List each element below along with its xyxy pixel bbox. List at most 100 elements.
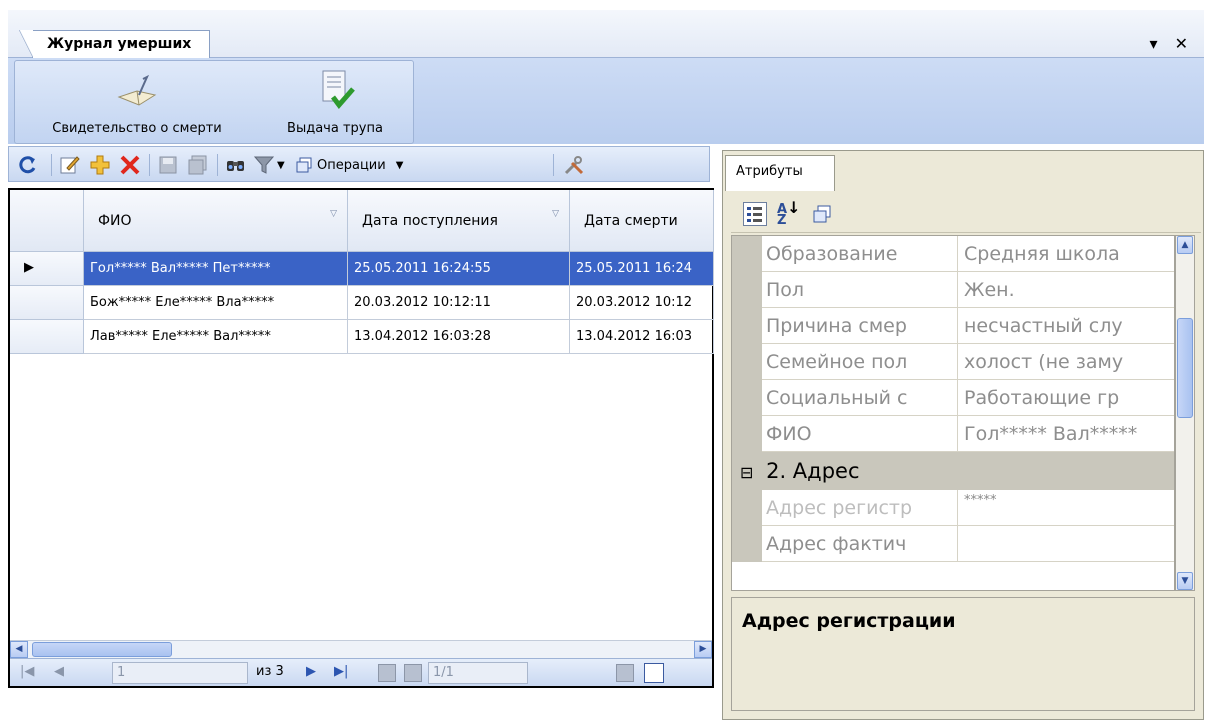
ribbon-button-label: Свидетельство о смерти	[52, 121, 222, 136]
deceased-journal-grid: ФИО ▽ Дата поступления ▽ Дата смерти ▶ Г…	[8, 188, 714, 688]
property-row[interactable]: Образование Средняя школа	[732, 236, 1174, 272]
tab-journal-deceased[interactable]: Журнал умерших	[18, 30, 211, 58]
cell-fio[interactable]: Бож***** Еле***** Вла*****	[84, 286, 348, 320]
cell-admission-date[interactable]: 25.05.2011 16:24:55	[348, 252, 570, 286]
cell-fio[interactable]: Гол***** Вал***** Пет*****	[84, 252, 348, 286]
record-position-input[interactable]: 1/1	[428, 662, 528, 684]
property-row[interactable]: Причина смер несчастный слу	[732, 308, 1174, 344]
tab-window-controls[interactable]: ▾ ✕	[1149, 34, 1194, 53]
property-value[interactable]: Средняя школа	[960, 236, 1174, 272]
chevron-down-icon: ▼	[395, 159, 404, 171]
save-icon[interactable]	[157, 152, 179, 178]
scroll-right-icon[interactable]: ▶	[694, 641, 712, 658]
property-value[interactable]: холост (не заму	[960, 344, 1174, 380]
scroll-up-icon[interactable]: ▲	[1177, 236, 1193, 254]
find-icon[interactable]	[225, 152, 247, 178]
horizontal-scrollbar[interactable]: ◀ ▶	[10, 640, 712, 658]
property-name: Адрес регистр	[762, 490, 958, 526]
scroll-thumb[interactable]	[1177, 318, 1193, 418]
category-address[interactable]: ⊟ 2. Адрес	[732, 452, 1174, 490]
first-record-icon[interactable]: |◀	[20, 664, 34, 679]
sort-alphabetical-icon[interactable]: A↓ Z	[777, 199, 801, 227]
cell-admission-date[interactable]: 13.04.2012 16:03:28	[348, 320, 570, 354]
property-name: Пол	[762, 272, 958, 308]
filter-dropdown-arrow[interactable]: ▼	[277, 160, 285, 171]
last-record-icon[interactable]: ▶|	[334, 664, 348, 679]
navigator-action-icon[interactable]	[616, 664, 634, 682]
ribbon: Свидетельство о смерти Выдача трупа	[8, 58, 1204, 144]
row-indicator[interactable]	[10, 286, 84, 320]
category-label: 2. Адрес	[766, 459, 860, 483]
edit-icon[interactable]	[59, 152, 81, 178]
categorized-view-icon[interactable]	[743, 201, 767, 226]
page-count-label: из 3	[256, 664, 284, 679]
operations-menu-button[interactable]: Операции ▼	[295, 152, 403, 178]
body-release-button[interactable]: Выдача трупа	[267, 67, 403, 136]
property-row[interactable]: Социальный с Работающие гр	[732, 380, 1174, 416]
description-title: Адрес регистрации	[742, 610, 956, 632]
prev-record-icon[interactable]: ◀	[54, 664, 64, 679]
add-record-icon[interactable]	[378, 664, 396, 682]
scroll-thumb[interactable]	[32, 642, 172, 657]
tab-attributes[interactable]: Атрибуты	[725, 155, 835, 191]
cell-death-date[interactable]: 20.03.2012 10:12	[570, 286, 714, 320]
death-certificate-button[interactable]: Свидетельство о смерти	[19, 67, 255, 136]
column-header-label: Дата поступления	[362, 213, 498, 229]
cell-fio[interactable]: Лав***** Еле***** Вал*****	[84, 320, 348, 354]
delete-icon[interactable]	[119, 152, 141, 178]
cell-death-date[interactable]: 13.04.2012 16:03	[570, 320, 714, 354]
cell-admission-date[interactable]: 20.03.2012 10:12:11	[348, 286, 570, 320]
property-name: Образование	[762, 236, 958, 272]
property-value[interactable]: Работающие гр	[960, 380, 1174, 416]
row-indicator[interactable]: ▶	[10, 252, 84, 286]
property-grid: Образование Средняя школа Пол Жен. Причина…	[731, 235, 1175, 591]
column-header-admission-date[interactable]: Дата поступления ▽	[348, 190, 570, 252]
main-window: Журнал умерших ▾ ✕ Свидетельство о смерт…	[0, 0, 1208, 724]
property-name: Адрес фактич	[762, 526, 958, 562]
refresh-icon[interactable]	[17, 152, 39, 178]
filter-icon[interactable]: ▼	[253, 152, 285, 178]
record-navigator: |◀ ◀ 1 из 3 ▶ ▶| 1/1	[10, 658, 712, 686]
copy-icon	[296, 157, 312, 173]
add-icon[interactable]	[89, 152, 111, 178]
grid-view-icon[interactable]	[644, 663, 664, 683]
property-name: ФИО	[762, 416, 958, 452]
property-name: Социальный с	[762, 380, 958, 416]
property-description: Адрес регистрации	[731, 597, 1195, 711]
grid-toolbar: ▼ Операции ▼	[8, 146, 710, 182]
scroll-left-icon[interactable]: ◀	[10, 641, 28, 658]
column-header-fio[interactable]: ФИО ▽	[84, 190, 348, 252]
collapse-toggle-icon[interactable]: ⊟	[740, 463, 753, 482]
property-value[interactable]	[960, 526, 1174, 562]
property-grid-toolbar: A↓ Z	[731, 195, 1201, 233]
property-pages-icon[interactable]	[811, 203, 833, 225]
attributes-panel: Атрибуты A↓ Z Образование Средняя школа По…	[722, 150, 1204, 720]
property-value[interactable]: *****	[960, 490, 1174, 526]
tools-icon[interactable]	[563, 152, 585, 178]
scroll-down-icon[interactable]: ▼	[1177, 572, 1193, 590]
page-number-input[interactable]: 1	[112, 662, 248, 684]
property-row[interactable]: Семейное пол холост (не заму	[732, 344, 1174, 380]
sort-chevron-icon: ▽	[552, 209, 559, 219]
property-value[interactable]: Жен.	[960, 272, 1174, 308]
property-grid-scrollbar[interactable]: ▲ ▼	[1175, 235, 1195, 591]
property-row[interactable]: Пол Жен.	[732, 272, 1174, 308]
sort-chevron-icon: ▽	[330, 209, 337, 219]
current-row-arrow-icon: ▶	[24, 260, 34, 275]
property-row[interactable]: Адрес регистр *****	[732, 490, 1174, 526]
row-indicator[interactable]	[10, 320, 84, 354]
ribbon-group: Свидетельство о смерти Выдача трупа	[14, 60, 414, 144]
document-tab-strip: Журнал умерших ▾ ✕	[8, 10, 1204, 58]
open-book-icon	[113, 67, 161, 115]
remove-record-icon[interactable]	[404, 664, 422, 682]
column-header-label: ФИО	[98, 213, 132, 229]
save-all-icon[interactable]	[187, 152, 209, 178]
property-row[interactable]: Адрес фактич	[732, 526, 1174, 562]
cell-death-date[interactable]: 25.05.2011 16:24	[570, 252, 714, 286]
next-record-icon[interactable]: ▶	[306, 664, 316, 679]
property-row[interactable]: ФИО Гол***** Вал*****	[732, 416, 1174, 452]
property-value[interactable]: Гол***** Вал*****	[960, 416, 1174, 452]
property-value[interactable]: несчастный слу	[960, 308, 1174, 344]
column-header-death-date[interactable]: Дата смерти	[570, 190, 714, 252]
ribbon-button-label: Выдача трупа	[287, 121, 383, 136]
